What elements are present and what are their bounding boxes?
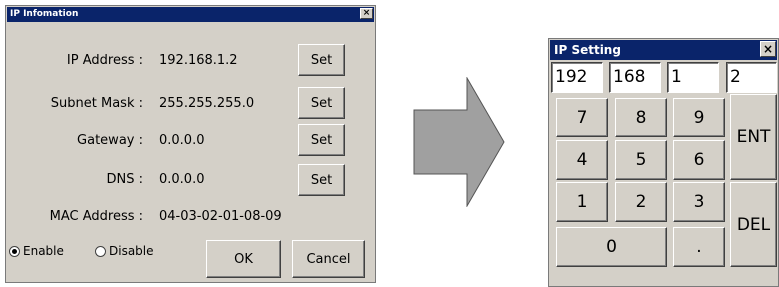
- key-dot-button[interactable]: .: [673, 227, 725, 267]
- set-gateway-button[interactable]: Set: [298, 124, 345, 156]
- ip-octet-4-field[interactable]: 2: [726, 62, 777, 93]
- ip-setting-dialog: IP Setting × 192 168 1 2 7 8 9 ENT 4 5 6…: [548, 38, 779, 287]
- dns-label: DNS :: [106, 172, 144, 187]
- del-button[interactable]: DEL: [730, 182, 777, 267]
- key-5-button[interactable]: 5: [615, 140, 667, 180]
- set-dns-button[interactable]: Set: [298, 164, 345, 196]
- key-0-button[interactable]: 0: [556, 227, 667, 267]
- key-1-button[interactable]: 1: [556, 182, 608, 222]
- key-9-button[interactable]: 9: [673, 98, 725, 137]
- dns-value: 0.0.0.0: [159, 172, 205, 187]
- key-4-button[interactable]: 4: [556, 140, 608, 180]
- ip-setting-titlebar: IP Setting: [550, 40, 777, 60]
- mac-address-value: 04-03-02-01-08-09: [159, 209, 282, 224]
- close-button[interactable]: ×: [760, 41, 776, 57]
- ip-address-label: IP Address :: [66, 53, 143, 68]
- ip-octet-1-field[interactable]: 192: [551, 62, 603, 93]
- ip-information-dialog: IP Infomation × IP Address : 192.168.1.2…: [5, 5, 376, 283]
- ent-button[interactable]: ENT: [730, 94, 777, 180]
- key-8-button[interactable]: 8: [615, 98, 667, 137]
- key-6-button[interactable]: 6: [673, 140, 725, 180]
- ok-button[interactable]: OK: [206, 240, 281, 278]
- key-2-button[interactable]: 2: [615, 182, 667, 222]
- cancel-button[interactable]: Cancel: [292, 240, 365, 278]
- mac-address-label: MAC Address :: [49, 209, 143, 224]
- close-button[interactable]: ×: [360, 8, 373, 19]
- set-ip-address-button[interactable]: Set: [298, 44, 345, 76]
- key-7-button[interactable]: 7: [556, 98, 608, 137]
- subnet-mask-label: Subnet Mask :: [50, 96, 143, 111]
- set-subnet-mask-button[interactable]: Set: [298, 87, 345, 119]
- radio-checked-icon: [9, 245, 20, 257]
- enable-radio[interactable]: Enable: [9, 244, 64, 258]
- radio-unchecked-icon: [95, 245, 106, 257]
- ip-setting-title: IP Setting: [554, 43, 621, 57]
- disable-radio[interactable]: Disable: [95, 244, 154, 258]
- subnet-mask-value: 255.255.255.0: [159, 96, 255, 111]
- right-arrow-icon: [413, 77, 505, 207]
- enable-label: Enable: [23, 244, 64, 258]
- gateway-label: Gateway :: [77, 133, 143, 148]
- ip-address-value: 192.168.1.2: [159, 53, 238, 68]
- ip-octet-2-field[interactable]: 168: [609, 62, 661, 93]
- key-3-button[interactable]: 3: [673, 182, 725, 222]
- disable-label: Disable: [109, 244, 154, 258]
- ip-information-title: IP Infomation: [10, 9, 79, 19]
- ip-information-titlebar: IP Infomation: [7, 7, 374, 22]
- ip-octet-3-field[interactable]: 1: [667, 62, 719, 93]
- gateway-value: 0.0.0.0: [159, 133, 205, 148]
